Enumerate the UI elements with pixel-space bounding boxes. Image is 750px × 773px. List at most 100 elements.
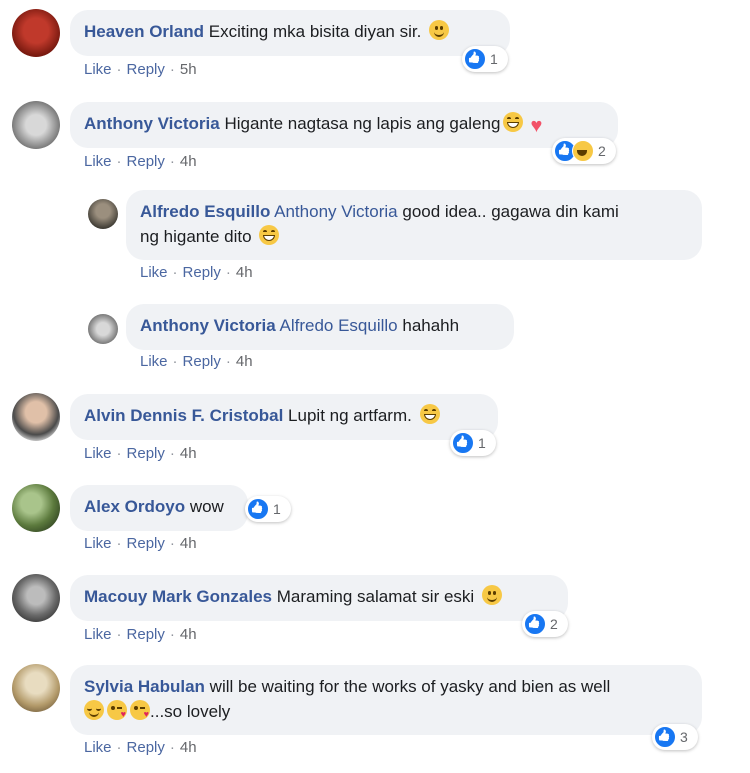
separator: · [116,153,122,170]
like-reaction-icon [654,726,676,748]
smile-emoji-icon [481,585,502,605]
comment-bubble: Heaven Orland Exciting mka bisita diyan … [70,10,510,56]
comment-text-continued: ng higante dito [140,227,252,246]
grin-emoji-icon [503,112,524,132]
separator: · [169,626,175,643]
reply-link[interactable]: Reply [127,626,165,643]
reply-link[interactable]: Reply [127,739,165,756]
like-link[interactable]: Like [84,61,112,78]
comment-actions: Like · Reply · 4h [84,739,197,756]
reaction-summary[interactable]: 1 [245,496,291,522]
comment-actions: Like · Reply · 4h [84,626,197,643]
comment-author[interactable]: Sylvia Habulan [84,677,205,696]
separator: · [116,445,122,462]
comment-text: Higante nagtasa ng lapis ang galeng [224,114,501,133]
reply-link[interactable]: Reply [183,264,221,281]
mention-link[interactable]: Anthony Victoria [274,202,397,221]
reaction-summary[interactable]: 3 [652,724,698,750]
reply-link[interactable]: Reply [127,61,165,78]
comment-bubble: Alfredo Esquillo Anthony Victoria good i… [126,190,702,260]
comment-bubble: Anthony Victoria Alfredo Esquillo hahahh [126,304,514,350]
comment-author[interactable]: Heaven Orland [84,22,204,41]
comment-actions: Like · Reply · 4h [84,153,197,170]
avatar[interactable] [12,664,60,712]
separator: · [169,61,175,78]
avatar[interactable] [12,393,60,441]
mention-link[interactable]: Alfredo Esquillo [280,316,398,335]
separator: · [169,445,175,462]
separator: · [225,264,231,281]
comment-author[interactable]: Anthony Victoria [84,114,220,133]
reaction-summary[interactable]: 2 [522,611,568,637]
comment-bubble: Anthony Victoria Higante nagtasa ng lapi… [70,102,618,148]
comment-actions: Like · Reply · 5h [84,61,197,78]
like-link[interactable]: Like [140,264,168,281]
avatar[interactable] [88,199,118,229]
separator: · [169,153,175,170]
kiss-emoji-icon: ♥ [107,700,127,720]
timestamp[interactable]: 4h [236,353,253,370]
comment-author[interactable]: Alfredo Esquillo [140,202,270,221]
separator: · [172,264,178,281]
comment-actions: Like · Reply · 4h [84,445,197,462]
reaction-count: 2 [598,143,606,159]
comment-actions: Like · Reply · 4h [84,535,197,552]
timestamp[interactable]: 4h [236,264,253,281]
comment-text: will be waiting for the works of yasky a… [209,677,611,696]
separator: · [225,353,231,370]
like-link[interactable]: Like [84,445,112,462]
reply-link[interactable]: Reply [127,535,165,552]
separator: · [116,739,122,756]
smile-emoji-icon [429,20,450,40]
reply-link[interactable]: Reply [127,445,165,462]
timestamp[interactable]: 4h [180,739,197,756]
like-reaction-icon [247,498,269,520]
like-link[interactable]: Like [84,739,112,756]
comment-author[interactable]: Anthony Victoria [140,316,276,335]
comment-bubble: Macouy Mark Gonzales Maraming salamat si… [70,575,568,621]
comment-actions: Like · Reply · 4h [140,264,253,281]
separator: · [169,739,175,756]
like-link[interactable]: Like [84,153,112,170]
heart-emoji-icon: ♥ [530,115,543,137]
avatar[interactable] [12,484,60,532]
reaction-summary[interactable]: 1 [450,430,496,456]
avatar[interactable] [12,9,60,57]
blush-emoji-icon [84,700,104,720]
comment-author[interactable]: Alex Ordoyo [84,497,185,516]
grin-emoji-icon [259,225,280,245]
reaction-count: 1 [490,51,498,67]
avatar[interactable] [12,101,60,149]
timestamp[interactable]: 4h [180,535,197,552]
timestamp[interactable]: 4h [180,445,197,462]
separator: · [116,61,122,78]
comment-text: Lupit ng artfarm. [288,406,412,425]
comment-author[interactable]: Alvin Dennis F. Cristobal [84,406,283,425]
reaction-count: 1 [478,435,486,451]
like-link[interactable]: Like [84,626,112,643]
kiss-emoji-icon: ♥ [130,700,150,720]
grin-emoji-icon [419,404,440,424]
comment-author[interactable]: Macouy Mark Gonzales [84,587,272,606]
reply-link[interactable]: Reply [127,153,165,170]
comment-text: wow [189,497,224,516]
avatar[interactable] [88,314,118,344]
timestamp[interactable]: 5h [180,61,197,78]
like-link[interactable]: Like [140,353,168,370]
comment-actions: Like · Reply · 4h [140,353,253,370]
timestamp[interactable]: 4h [180,153,197,170]
comment-bubble: Alex Ordoyo wow [70,485,248,531]
reaction-count: 2 [550,616,558,632]
like-link[interactable]: Like [84,535,112,552]
reaction-count: 1 [273,501,281,517]
comment-bubble: Sylvia Habulan will be waiting for the w… [70,665,702,735]
avatar[interactable] [12,574,60,622]
reaction-summary[interactable]: 2 [552,138,616,164]
comment-text: good idea.. gagawa din kami [402,202,619,221]
haha-reaction-icon [572,140,594,162]
comment-text: Maraming salamat sir eski [276,587,475,606]
reply-link[interactable]: Reply [183,353,221,370]
timestamp[interactable]: 4h [180,626,197,643]
separator: · [116,626,122,643]
reaction-summary[interactable]: 1 [462,46,508,72]
